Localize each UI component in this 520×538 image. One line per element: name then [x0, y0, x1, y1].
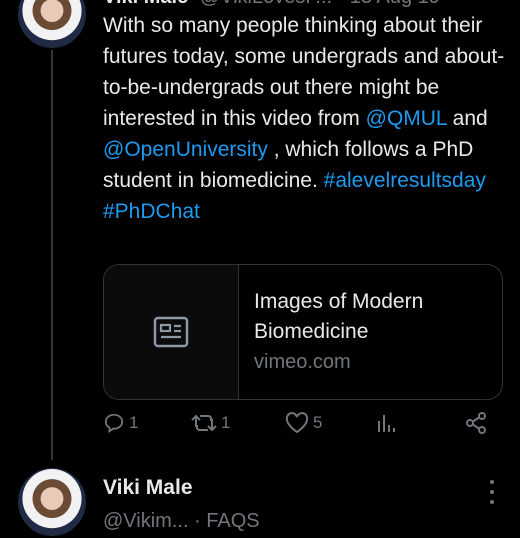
share-button[interactable]: [465, 412, 487, 434]
next-author-name[interactable]: Viki Male: [103, 476, 193, 500]
heart-icon: [285, 412, 309, 434]
tweet-text: With so many people thinking about their…: [103, 10, 508, 227]
reply-icon: [104, 413, 124, 434]
dot-icon: [490, 500, 494, 504]
dot-icon: [490, 480, 494, 484]
views-button[interactable]: [375, 412, 397, 434]
thread-connector-line: [51, 50, 53, 460]
more-options-button[interactable]: [482, 480, 502, 504]
retweet-icon: [191, 414, 217, 432]
tweet-actions: 1 1 5: [103, 412, 503, 442]
author-name[interactable]: Viki Male: [103, 0, 188, 8]
link-preview-card[interactable]: Images of Modern Biomedicine vimeo.com: [103, 264, 503, 400]
retweet-count: 1: [221, 413, 231, 432]
next-author-handle[interactable]: @Vikim... · FAQS: [103, 510, 260, 533]
card-thumbnail: [104, 265, 239, 399]
author-avatar[interactable]: [16, 0, 88, 50]
share-icon: [466, 412, 486, 434]
card-domain: vimeo.com: [254, 351, 351, 373]
retweet-button[interactable]: 1: [191, 412, 230, 434]
analytics-icon: [378, 415, 395, 432]
article-icon: [153, 316, 189, 348]
hashtag-alevelresultsday[interactable]: #alevelresultsday: [324, 169, 486, 192]
reply-count: 1: [129, 413, 139, 432]
like-button[interactable]: 5: [285, 412, 322, 434]
hashtag-phdchat[interactable]: #PhDChat: [103, 200, 200, 223]
author-handle[interactable]: @VikiLovesF... · 13 Aug 19: [200, 0, 440, 8]
next-author-avatar[interactable]: [16, 466, 88, 538]
like-count: 5: [313, 413, 323, 432]
tweet-header: Viki Male @VikiLovesF... · 13 Aug 19: [103, 0, 440, 9]
card-title: Images of Modern Biomedicine: [254, 290, 424, 343]
mention-openuniversity[interactable]: @OpenUniversity: [103, 138, 268, 161]
tweet-text-segment: and: [446, 107, 488, 130]
reply-button[interactable]: 1: [103, 412, 138, 434]
dot-icon: [490, 490, 494, 494]
mention-qmul[interactable]: @QMUL: [366, 107, 447, 130]
